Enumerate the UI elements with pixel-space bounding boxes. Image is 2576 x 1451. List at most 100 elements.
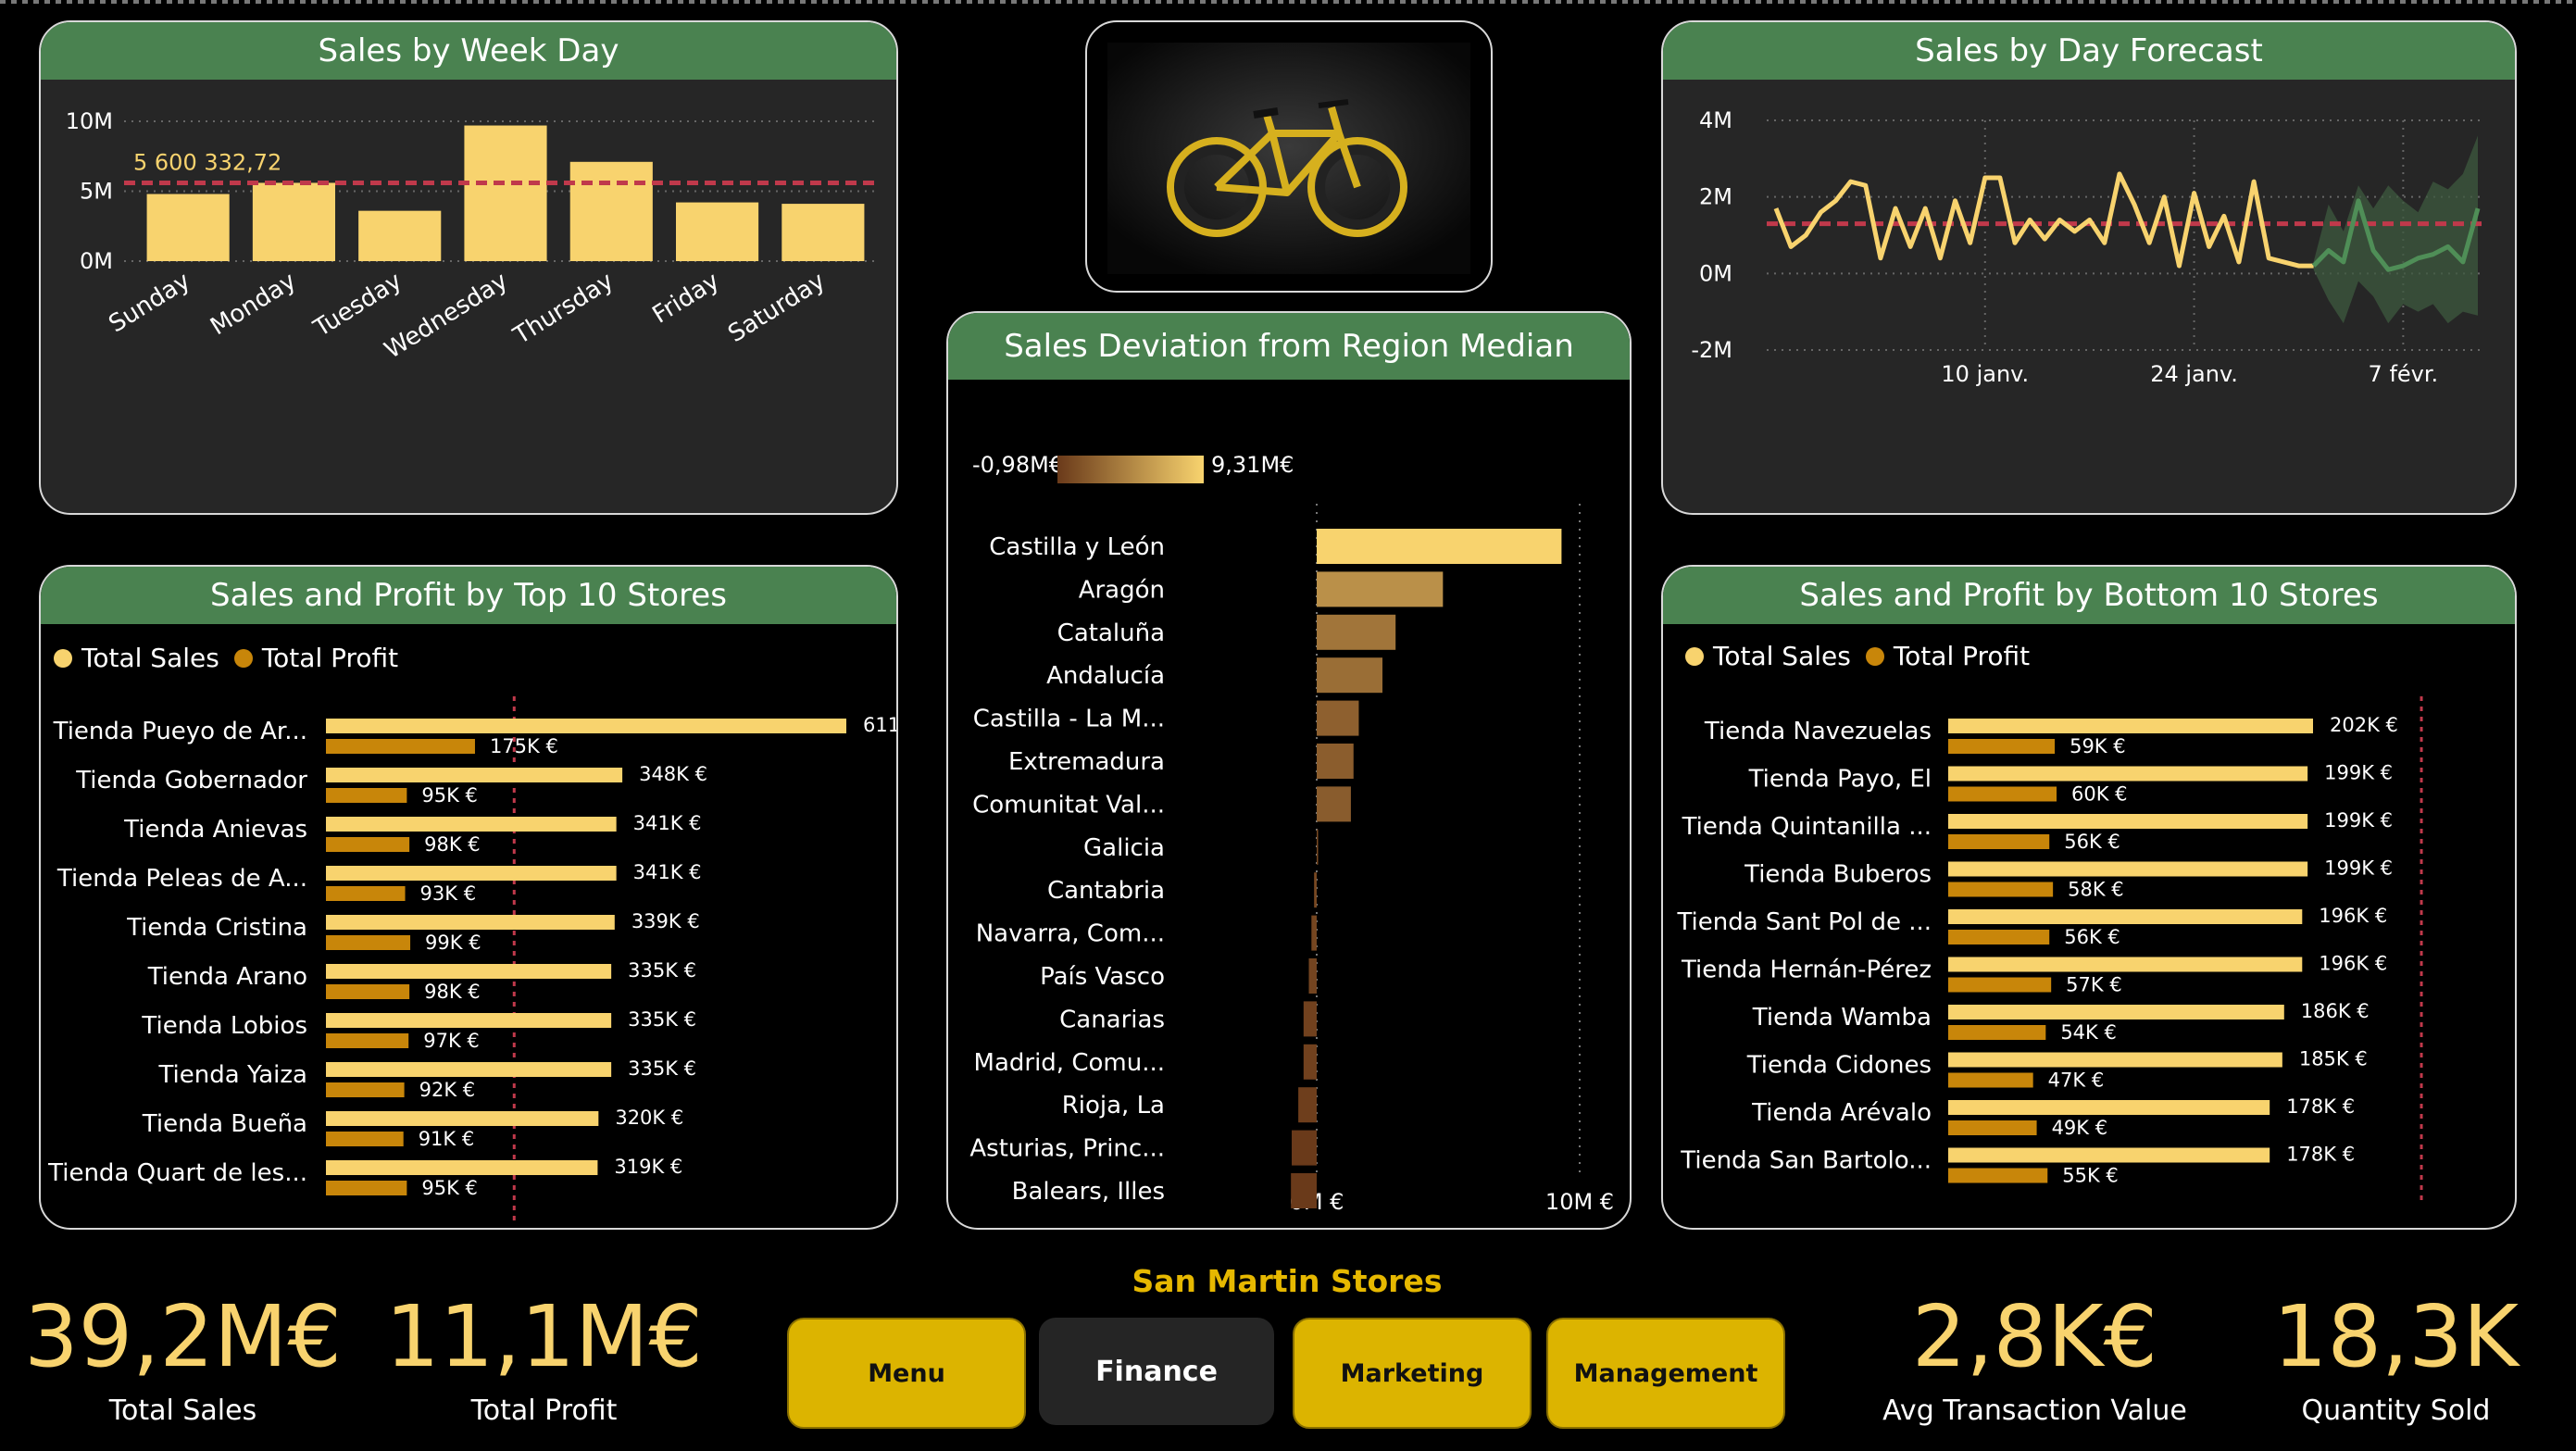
y-tick-label: 0M: [1699, 260, 1732, 286]
profit-data-label: 55K €: [2062, 1165, 2119, 1187]
sales-data-label: 341K €: [633, 861, 702, 883]
x-tick-label: Tuesday: [308, 267, 406, 343]
sales-bar: [1948, 861, 2308, 877]
kpi-label: Total Profit: [470, 1395, 618, 1427]
region-label: Cantabria: [1047, 877, 1165, 905]
sales-bar: [1948, 1100, 2270, 1115]
bar: [1298, 1087, 1317, 1123]
bar: [676, 202, 759, 261]
bar: [1292, 1130, 1317, 1166]
profit-data-label: 95K €: [421, 1177, 478, 1199]
x-tick-label: Thursday: [508, 267, 619, 350]
x-tick-label: Monday: [206, 267, 301, 341]
sales-data-label: 341K €: [633, 812, 702, 834]
region-label: Asturias, Princ...: [969, 1135, 1165, 1163]
profit-data-label: 175K €: [490, 735, 558, 757]
sales-bar: [326, 915, 615, 930]
sales-data-label: 196K €: [2319, 953, 2387, 975]
profit-bar: [1948, 1168, 2048, 1183]
weekday-title: Sales by Week Day: [41, 22, 896, 80]
x-tick-label: 24 janv.: [2150, 361, 2238, 387]
store-label: Tienda Yaiza: [157, 1061, 307, 1089]
kpi-value: 2,8K€: [1911, 1287, 2158, 1386]
store-label: Tienda Cristina: [126, 914, 307, 942]
profit-data-label: 59K €: [2070, 735, 2126, 757]
region-label: Canarias: [1059, 1006, 1165, 1033]
sales-data-label: 320K €: [615, 1107, 683, 1129]
sales-bar: [1948, 909, 2303, 924]
profit-bar: [1948, 1025, 2046, 1040]
bar: [464, 125, 547, 261]
y-tick-label: 4M: [1699, 107, 1732, 133]
profit-data-label: 60K €: [2071, 783, 2128, 806]
store-label: Tienda Cidones: [1746, 1052, 1932, 1080]
region-label: Cataluña: [1057, 619, 1165, 647]
profit-bar: [1948, 977, 2052, 993]
sales-bar: [326, 1013, 612, 1028]
sales-bar: [1948, 766, 2308, 782]
sales-bar: [1948, 957, 2303, 972]
management-button[interactable]: Management: [1546, 1318, 1785, 1429]
finance-button[interactable]: Finance: [1039, 1318, 1274, 1425]
bar: [1317, 829, 1319, 865]
y-tick-label: 2M: [1699, 184, 1732, 210]
kpi-value: 39,2M€: [24, 1287, 342, 1386]
bar: [1317, 529, 1562, 564]
profit-bar: [326, 886, 406, 901]
store-label: Tienda Hernán-Pérez: [1681, 957, 1932, 984]
y-tick-label: 10M: [66, 108, 113, 134]
kpi-value: 11,1M€: [385, 1287, 703, 1386]
store-label: Tienda Anievas: [123, 816, 307, 844]
bar: [1303, 1001, 1317, 1037]
forecast-title: Sales by Day Forecast: [1663, 22, 2515, 80]
top-dotted-line: [0, 0, 2576, 4]
x-tick-label: Friday: [648, 267, 725, 329]
bike-image: [1107, 43, 1470, 274]
bar: [252, 182, 335, 261]
kpi-total-sales: 39,2M€ Total Sales: [19, 1287, 347, 1428]
kpi-value: 18,3K: [2272, 1287, 2520, 1386]
profit-data-label: 92K €: [419, 1079, 476, 1101]
region-label: Rioja, La: [1062, 1092, 1165, 1120]
sales-bar: [326, 1160, 598, 1175]
bottom10-card: Sales and Profit by Bottom 10 Stores Tot…: [1661, 565, 2517, 1230]
sales-data-label: 178K €: [2286, 1144, 2355, 1166]
bar: [146, 194, 230, 261]
store-label: Tienda Gobernador: [75, 767, 307, 794]
store-label: Tienda Quintanilla ...: [1682, 813, 1932, 841]
store-label: Tienda Buberos: [1744, 861, 1932, 889]
weekday-chart: 10M5M0MSunday Monday TuesdayWednesdayThurs…: [66, 108, 874, 365]
profit-data-label: 54K €: [2060, 1021, 2117, 1044]
region-label: Aragón: [1079, 576, 1165, 604]
sales-data-label: 611K €: [863, 714, 896, 736]
menu-button[interactable]: Menu: [787, 1318, 1026, 1429]
sales-bar: [326, 866, 617, 881]
profit-bar: [326, 984, 410, 999]
region-label: Madrid, Comu...: [974, 1049, 1165, 1077]
marketing-button[interactable]: Marketing: [1293, 1318, 1532, 1429]
region-label: Castilla y León: [989, 533, 1165, 561]
nav-title: San Martin Stores: [1132, 1263, 1443, 1299]
store-label: Tienda Pueyo de Ar...: [53, 718, 307, 745]
store-label: Tienda Navezuelas: [1704, 718, 1932, 745]
gradient-legend-bar: [1057, 456, 1204, 483]
bar: [1314, 872, 1317, 908]
top10-card: Sales and Profit by Top 10 Stores Total …: [39, 565, 898, 1230]
gradient-max-label: 9,31M€: [1211, 452, 1294, 478]
region-label: Andalucía: [1046, 662, 1165, 690]
sales-bar: [1948, 814, 2308, 829]
profit-bar: [1948, 1120, 2037, 1135]
sales-bar: [1948, 1147, 2270, 1163]
profit-bar: [326, 788, 407, 803]
sales-bar: [1948, 1052, 2282, 1068]
profit-bar: [326, 837, 410, 852]
sales-data-label: 185K €: [2299, 1048, 2368, 1070]
region-label: Castilla - La M...: [973, 706, 1165, 733]
sales-bar: [1948, 719, 2313, 733]
profit-data-label: 56K €: [2064, 831, 2120, 853]
x-tick-label: 7 févr.: [2369, 361, 2439, 387]
profit-data-label: 98K €: [424, 981, 481, 1003]
region-label: Extremadura: [1008, 748, 1165, 776]
bar: [782, 204, 865, 261]
store-label: Tienda Bueña: [142, 1110, 307, 1138]
